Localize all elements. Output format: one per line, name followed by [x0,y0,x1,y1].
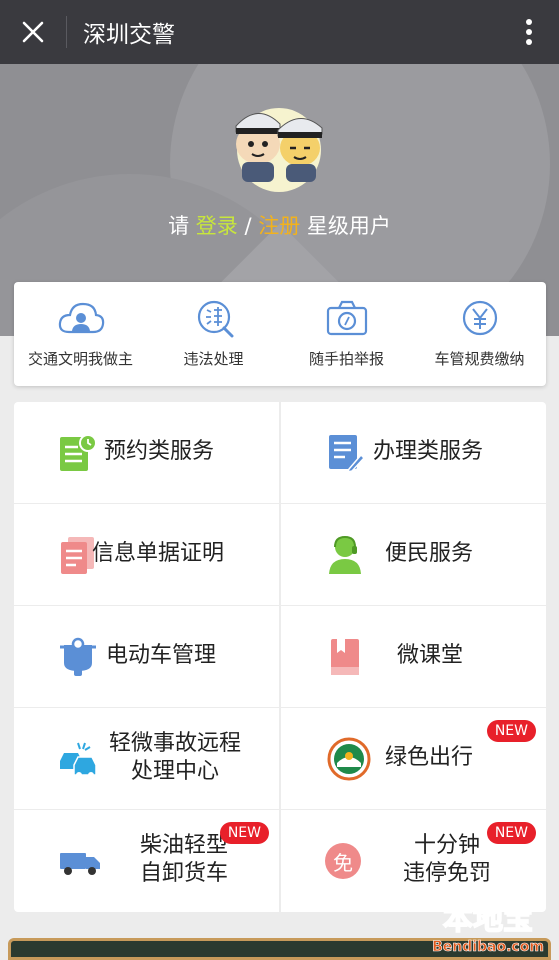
service-convenience[interactable]: 便民服务 [281,504,546,606]
cloud-user-icon [58,302,104,334]
new-badge: NEW [219,822,269,844]
service-info-docs[interactable]: 信息单据证明 [14,504,279,606]
quick-action-photo-report[interactable]: 随手拍举报 [280,282,413,386]
service-green-travel[interactable]: 绿色出行 NEW [281,708,546,810]
service-label-line2: 处理中心 [130,759,219,784]
new-badge: NEW [486,822,536,844]
service-label-line1: 轻微事故远程 [108,731,241,756]
document-edit-icon [329,435,365,473]
service-label: 轻微事故远程 处理中心 [90,730,260,786]
service-diesel-truck[interactable]: 柴油轻型 自卸货车 NEW [14,810,279,912]
service-label: 绿色出行 [385,745,474,770]
login-prompt-suffix: 星级用户 [300,214,391,238]
quick-actions-card: 交通文明我做主 违法处理 随手拍举报 车管规费缴纳 [14,282,546,386]
service-label: 预约类服务 [104,439,215,464]
login-prompt: 请 登录 / 注册 星级用户 [0,210,559,240]
service-label: 微课堂 [397,643,464,668]
quick-action-label: 违法处理 [183,350,244,368]
close-button[interactable] [0,0,66,64]
service-minor-accident[interactable]: 轻微事故远程 处理中心 [14,708,279,810]
service-ebike[interactable]: 电动车管理 [14,606,279,708]
service-booking[interactable]: 预约类服务 [14,402,279,504]
yuan-icon [462,300,497,336]
customer-service-icon [329,535,361,574]
bendibao-watermark-logo: 本地宝 Bendibao.com [432,901,544,955]
new-badge: NEW [486,720,536,742]
quick-action-civilized-traffic[interactable]: 交通文明我做主 [14,282,147,386]
ebike-icon [60,637,96,676]
service-label: 信息单据证明 [92,541,225,566]
title-divider [66,16,67,48]
service-label-line2: 自卸货车 [139,861,228,886]
login-link[interactable]: 登录 [196,214,238,238]
service-label: 便民服务 [385,541,474,566]
title-bar: 深圳交警 [0,0,559,64]
page-title: 深圳交警 [83,22,175,48]
quick-action-fee-payment[interactable]: 车管规费缴纳 [413,282,546,386]
quick-action-label: 车管规费缴纳 [434,350,525,368]
service-handling[interactable]: 办理类服务 [281,402,546,504]
service-micro-class[interactable]: 微课堂 [281,606,546,708]
booking-clipboard-icon [60,434,97,471]
truck-icon [60,853,100,875]
quick-action-violation[interactable]: 违法处理 [147,282,280,386]
camera-icon [326,300,367,336]
quick-action-label: 随手拍举报 [308,350,384,368]
violation-search-icon [197,300,233,338]
police-avatar-icon[interactable] [216,86,342,194]
svg-text:本地宝: 本地宝 [443,902,533,937]
register-link[interactable]: 注册 [258,214,300,238]
close-icon [22,21,44,43]
green-travel-icon [327,737,371,781]
services-grid: 预约类服务 办理类服务 信息单据证明 便民服务 电动车管理 微课堂 轻微事故远程… [14,402,546,912]
login-prompt-slash: / [237,214,259,238]
book-icon [331,639,359,675]
service-label-line2: 违停免罚 [402,861,491,886]
more-vertical-icon [526,19,532,45]
login-prompt-prefix: 请 [168,214,196,238]
service-label: 办理类服务 [373,439,484,464]
exemption-icon: 免 [325,843,361,879]
more-button[interactable] [499,0,559,64]
quick-action-label: 交通文明我做主 [27,350,133,368]
svg-text:Bendibao.com: Bendibao.com [432,939,544,955]
service-label: 电动车管理 [106,643,217,668]
